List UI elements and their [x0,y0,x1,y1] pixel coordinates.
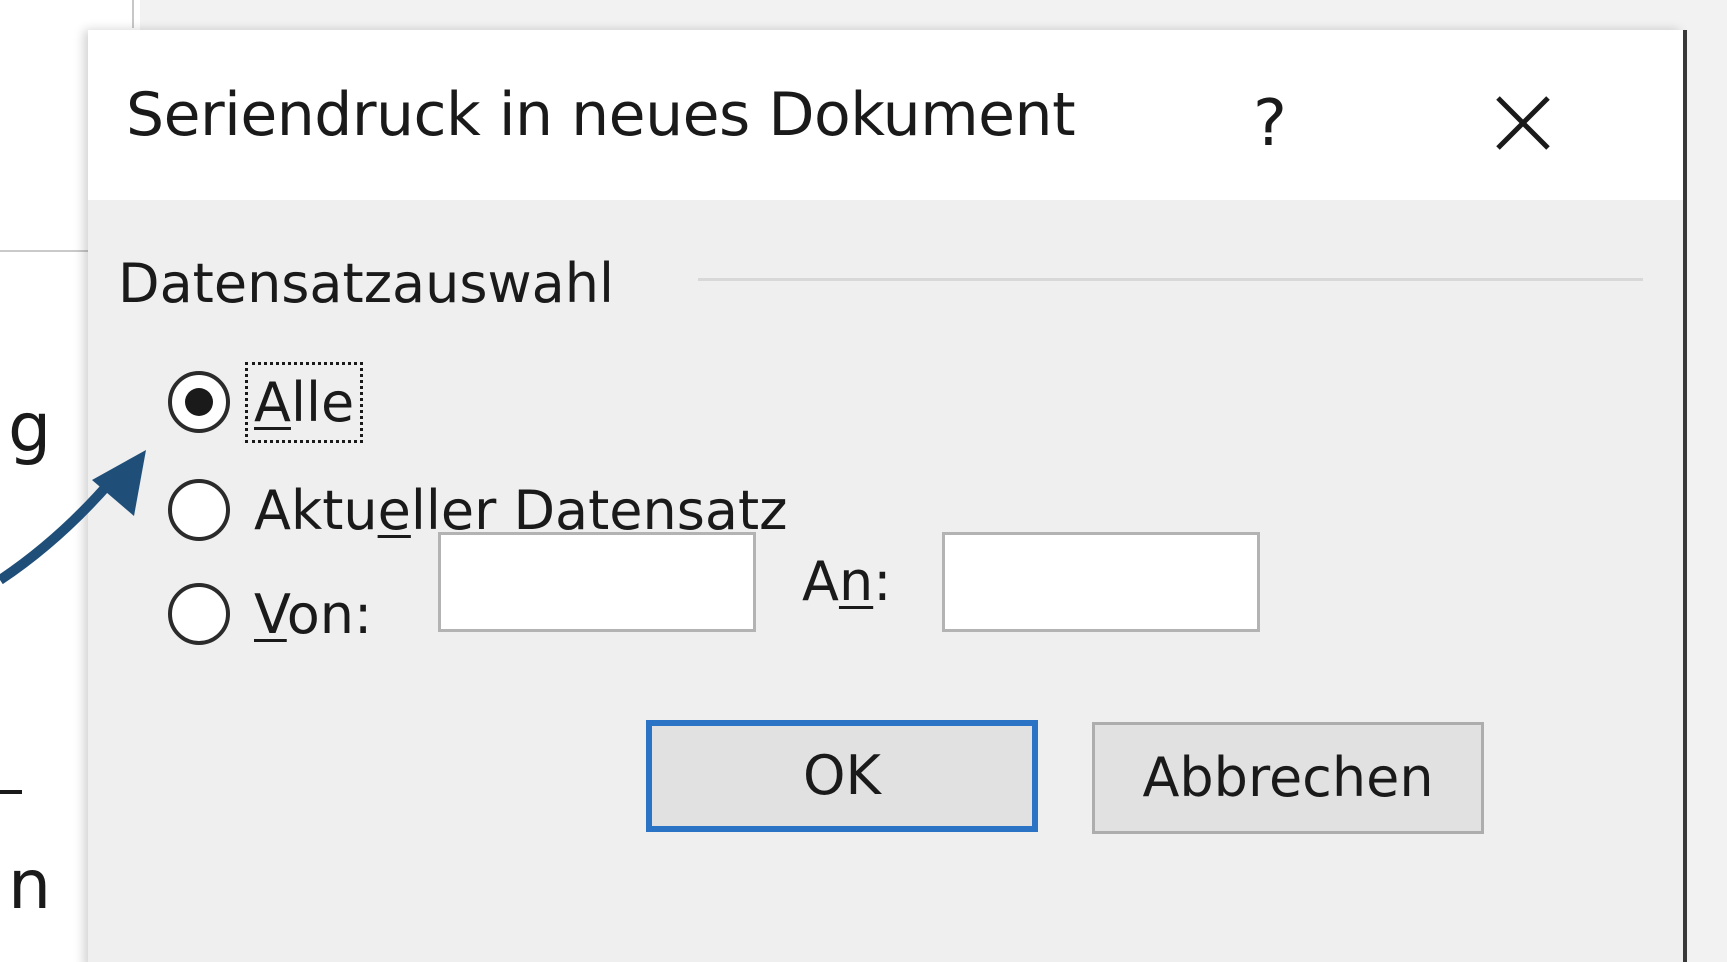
radio-button-all[interactable] [168,371,230,433]
radio-label-from: Von: [254,582,373,646]
close-icon [1496,96,1550,150]
radio-option-range[interactable]: Von: [168,574,372,654]
to-label: An: [802,550,892,613]
radio-label-all: Alle [244,361,364,443]
close-button[interactable] [1488,88,1568,168]
dialog-titlebar: Seriendruck in neues Dokument ? [88,30,1683,200]
screen: g n Seriendruck in neues Dokument ? Date… [0,0,1727,962]
background-text-fragment: n [8,846,52,925]
radio-button-range[interactable] [168,583,230,645]
group-divider [698,278,1643,281]
record-selection-group-label: Datensatzauswahl [118,252,624,315]
background-right-strip [1687,0,1727,962]
ok-button[interactable]: OK [646,720,1038,832]
to-record-input[interactable] [942,532,1260,632]
annotation-arrow [0,450,146,585]
from-record-input[interactable] [438,532,756,632]
background-divider [132,0,134,28]
radio-button-current-record[interactable] [168,479,230,541]
radio-option-all[interactable]: Alle [168,361,364,443]
mail-merge-dialog: Seriendruck in neues Dokument ? Datensat… [88,30,1683,962]
cancel-button[interactable]: Abbrechen [1092,722,1484,834]
dialog-title: Seriendruck in neues Dokument [126,80,1076,150]
background-dash [0,790,22,794]
help-button[interactable]: ? [1240,84,1300,164]
